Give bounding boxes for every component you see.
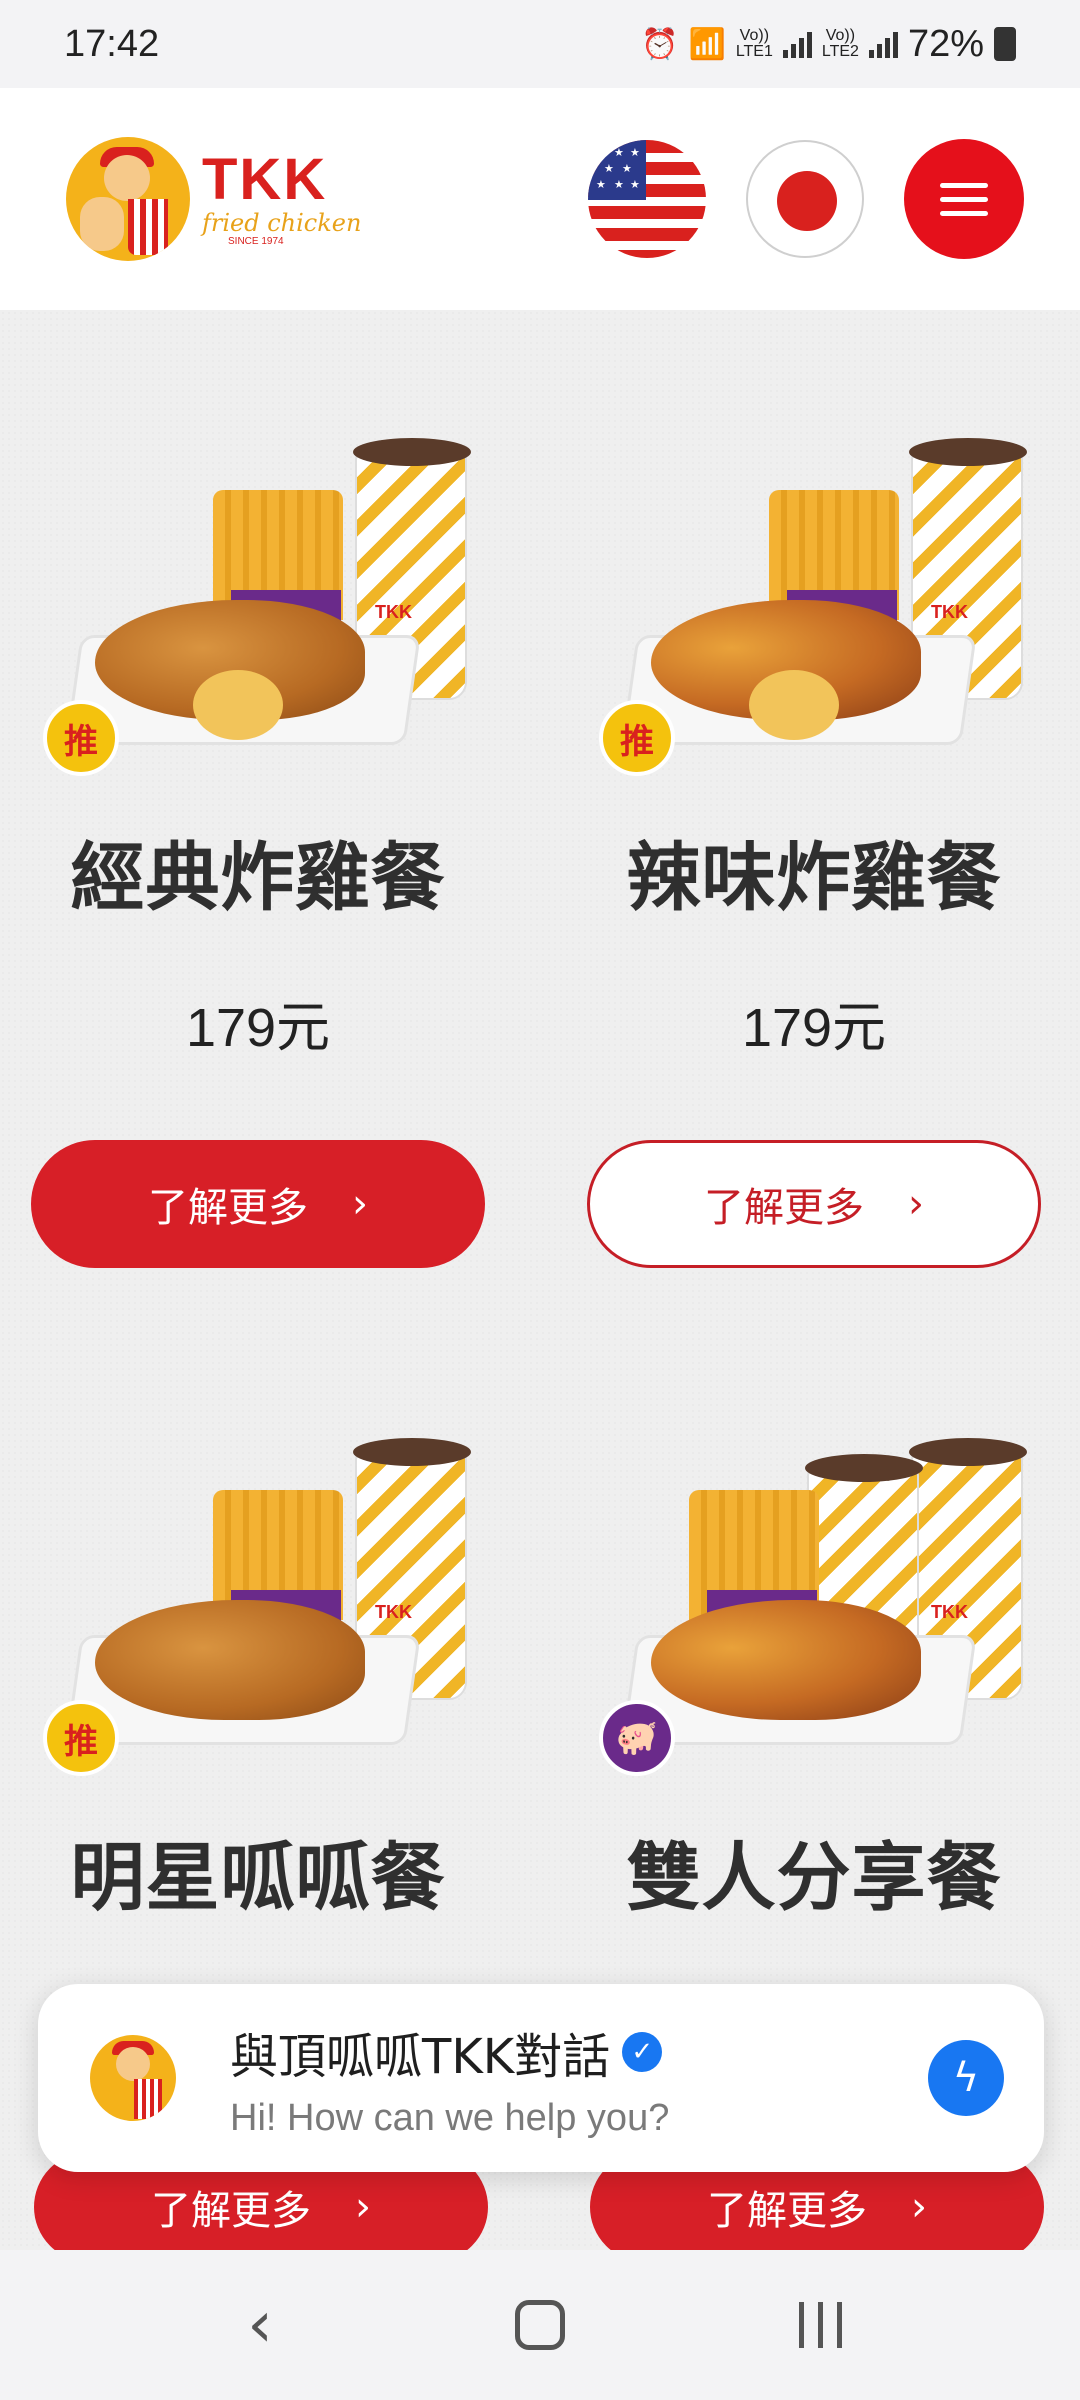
site-header: TKK fried chicken SINCE 1974 ★ ★ ★ ★ ★ ★ ★ ★ xyxy=(0,88,1080,310)
chevron-right-icon: › xyxy=(355,2184,371,2230)
meal-image: TKK 推 xyxy=(599,438,1029,790)
product-card: TKK 推 明星呱呱餐 xyxy=(28,1438,488,1925)
product-card: TKK 🐖 雙人分享餐 xyxy=(584,1438,1044,1925)
product-price: 179元 xyxy=(185,998,331,1058)
back-button[interactable]: ‹ xyxy=(200,2265,320,2385)
chevron-right-icon: › xyxy=(911,2184,927,2230)
verified-check-icon: ✓ xyxy=(622,2031,663,2072)
signal-icon xyxy=(782,30,812,58)
meal-image: TKK 🐖 xyxy=(599,1438,1029,1790)
back-icon: ‹ xyxy=(247,2288,273,2362)
volte-sim2: Vo)) LTE2 xyxy=(821,27,859,60)
chat-subtitle: Hi! How can we help you? xyxy=(230,2096,670,2139)
recent-apps-icon xyxy=(798,2302,842,2348)
alarm-icon: ⏰ xyxy=(641,27,679,61)
us-flag-icon[interactable]: ★ ★ ★ ★ ★ ★ ★ ★ xyxy=(588,140,706,258)
logo-since: SINCE 1974 xyxy=(228,236,284,247)
signal-icon-2 xyxy=(868,30,898,58)
recent-apps-button[interactable] xyxy=(760,2265,880,2385)
product-card: TKK 推 辣味炸雞餐 179元 了解更多 › xyxy=(584,438,1044,1268)
system-nav-bar: ‹ xyxy=(0,2250,1080,2400)
japan-flag-icon[interactable] xyxy=(746,140,864,258)
meal-image: TKK 推 xyxy=(43,438,473,790)
mascot-logo-icon xyxy=(66,137,190,261)
recommend-badge-icon: 推 xyxy=(43,1700,119,1776)
status-icons: ⏰ 📶 Vo)) LTE1 Vo)) LTE2 72% xyxy=(641,23,1016,66)
volte-sim1: Vo)) LTE1 xyxy=(735,27,773,60)
pig-badge-icon: 🐖 xyxy=(599,1700,675,1776)
product-name: 明星呱呱餐 xyxy=(70,1835,446,1921)
logo-title: TKK xyxy=(202,147,328,212)
recommend-badge-icon: 推 xyxy=(43,700,119,776)
product-grid: TKK 推 經典炸雞餐 179元 了解更多 › TKK 推 辣味炸雞餐 179元… xyxy=(0,310,1080,2250)
status-bar: 17:42 ⏰ 📶 Vo)) LTE1 Vo)) LTE2 72% xyxy=(0,0,1080,88)
learn-more-button[interactable]: 了解更多 › xyxy=(587,1140,1041,1268)
wifi-icon: 📶 xyxy=(688,27,726,61)
messenger-icon[interactable]: ϟ xyxy=(928,2040,1004,2116)
product-name: 經典炸雞餐 xyxy=(70,835,446,921)
tkk-logo[interactable]: TKK fried chicken SINCE 1974 xyxy=(66,137,361,261)
battery-icon xyxy=(994,27,1016,61)
status-time: 17:42 xyxy=(64,22,160,65)
home-button[interactable] xyxy=(480,2265,600,2385)
battery-percent: 72% xyxy=(907,22,984,65)
recommend-badge-icon: 推 xyxy=(599,700,675,776)
logo-subtitle: fried chicken xyxy=(202,209,362,237)
mascot-avatar-icon xyxy=(90,2035,176,2121)
product-name: 雙人分享餐 xyxy=(626,1835,1002,1921)
header-actions: ★ ★ ★ ★ ★ ★ ★ ★ xyxy=(588,139,1024,259)
messenger-chat-widget[interactable]: 與頂呱呱TKK對話 ✓ Hi! How can we help you? ϟ xyxy=(38,1984,1044,2172)
product-card: TKK 推 經典炸雞餐 179元 了解更多 › xyxy=(28,438,488,1268)
chevron-right-icon: › xyxy=(352,1181,368,1227)
product-name: 辣味炸雞餐 xyxy=(626,835,1002,921)
chevron-right-icon: › xyxy=(908,1181,924,1227)
learn-more-button[interactable]: 了解更多 › xyxy=(31,1140,485,1268)
hamburger-menu-button[interactable] xyxy=(904,139,1024,259)
meal-image: TKK 推 xyxy=(43,1438,473,1790)
chat-title: 與頂呱呱TKK對話 xyxy=(230,2028,611,2085)
product-price: 179元 xyxy=(741,998,887,1058)
home-icon xyxy=(515,2300,565,2350)
